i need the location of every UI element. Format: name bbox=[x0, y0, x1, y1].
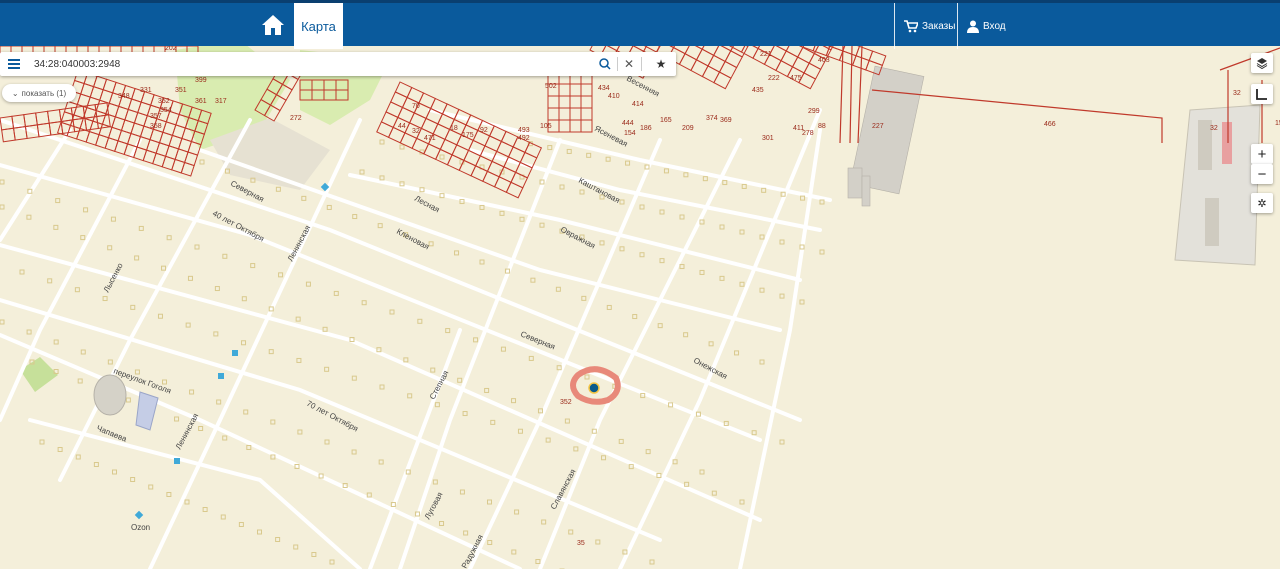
parcel-number: 351 bbox=[175, 87, 187, 94]
parcel-number: 403 bbox=[818, 57, 830, 64]
parcel-number: 466 bbox=[1044, 121, 1056, 128]
parcel-number: 357 bbox=[150, 113, 162, 120]
zoom-out-button[interactable]: − bbox=[1251, 164, 1273, 184]
parcel-number: 317 bbox=[215, 98, 227, 105]
show-results-button[interactable]: ⌄ показать (1) bbox=[2, 84, 76, 102]
cart-icon bbox=[904, 19, 918, 32]
parcel-number: 410 bbox=[608, 93, 620, 100]
parcel-number: 165 bbox=[660, 117, 672, 124]
favorite-button[interactable]: ★ bbox=[650, 52, 672, 76]
parcel-number: 175 bbox=[462, 132, 474, 139]
parcel-number: 88 bbox=[818, 123, 826, 130]
measure-button[interactable] bbox=[1251, 84, 1273, 104]
parcel-number: 105 bbox=[540, 123, 552, 130]
parcel-number: 202 bbox=[165, 45, 177, 52]
layers-icon bbox=[1256, 58, 1268, 69]
parcel-number: 414 bbox=[632, 101, 644, 108]
parcel-number: 209 bbox=[682, 125, 694, 132]
poi-ozon: Ozon bbox=[131, 523, 150, 532]
layers-button[interactable] bbox=[1251, 53, 1273, 73]
parcel-number: 227 bbox=[872, 123, 884, 130]
parcel-number: 374 bbox=[706, 115, 718, 122]
parcel-number: 186 bbox=[640, 125, 652, 132]
home-icon bbox=[262, 15, 284, 35]
parcel-number: 471 bbox=[424, 135, 436, 142]
chevron-down-icon: ⌄ bbox=[11, 88, 19, 98]
parcel-number: 222 bbox=[768, 75, 780, 82]
parcel-number: 44 bbox=[398, 123, 406, 130]
parcel-number: 299 bbox=[808, 108, 820, 115]
parcel-number: 502 bbox=[545, 83, 557, 90]
parcel-number: 358 bbox=[150, 123, 162, 130]
parcel-number: 154 bbox=[624, 130, 636, 137]
login-label: Вход bbox=[983, 20, 1006, 32]
parcel-number: 32 bbox=[1233, 90, 1241, 97]
locate-icon: ✲ bbox=[1257, 197, 1267, 210]
parcel-number: 492 bbox=[518, 135, 530, 142]
locate-button[interactable]: ✲ bbox=[1251, 193, 1273, 213]
parcel-number: 352 bbox=[158, 98, 170, 105]
parcel-number: 348 bbox=[118, 93, 130, 100]
parcel-number: 221 bbox=[760, 51, 772, 58]
location-marker bbox=[588, 382, 600, 394]
parcel-number: 70 bbox=[412, 103, 420, 110]
tab-map[interactable]: Карта bbox=[294, 3, 343, 49]
parcel-number: 354 bbox=[160, 107, 172, 114]
parcel-number: 493 bbox=[518, 127, 530, 134]
user-icon bbox=[967, 20, 979, 33]
divider bbox=[957, 3, 958, 49]
star-icon: ★ bbox=[655, 57, 667, 71]
cadastral-search-bar: ✕ ★ bbox=[0, 52, 676, 76]
parcel-number: 18 bbox=[450, 125, 458, 132]
parcel-number: 361 bbox=[195, 98, 207, 105]
parcel-number: 1599 bbox=[1275, 120, 1280, 127]
menu-button[interactable] bbox=[2, 52, 26, 76]
parcel-number: 32 bbox=[1210, 125, 1218, 132]
parcel-number: 475 bbox=[790, 75, 802, 82]
ruler-icon bbox=[1256, 89, 1267, 100]
parcel-number: 434 bbox=[598, 85, 610, 92]
login-button[interactable]: Вход bbox=[967, 3, 1006, 49]
top-navigation-bar: Карта Заказы Вход bbox=[0, 0, 1280, 49]
parcel-number: 92 bbox=[480, 127, 488, 134]
menu-icon bbox=[8, 59, 20, 69]
parcel-number: 301 bbox=[762, 135, 774, 142]
parcel-number: 435 bbox=[752, 87, 764, 94]
show-results-label: показать (1) bbox=[21, 88, 67, 98]
home-button[interactable] bbox=[258, 11, 288, 39]
parcel-number: 352 bbox=[560, 399, 572, 406]
parcel-number: 272 bbox=[290, 115, 302, 122]
search-button[interactable] bbox=[594, 52, 616, 76]
parcel-number: 444 bbox=[622, 120, 634, 127]
clear-icon: ✕ bbox=[623, 57, 635, 71]
zoom-in-button[interactable]: + bbox=[1251, 144, 1273, 164]
cadastral-map[interactable]: Северная 40 лет Октября Ленинская Лысенк… bbox=[0, 0, 1280, 569]
search-icon bbox=[599, 58, 611, 70]
orders-button[interactable]: Заказы bbox=[904, 3, 955, 49]
parcel-number: 32 bbox=[412, 128, 420, 135]
parcel-number: 399 bbox=[195, 77, 207, 84]
parcel-number: 331 bbox=[140, 87, 152, 94]
search-input[interactable] bbox=[30, 54, 598, 74]
clear-button[interactable]: ✕ bbox=[618, 52, 640, 76]
parcel-number: 35 bbox=[577, 540, 585, 547]
parcel-number: 411 bbox=[793, 125, 804, 132]
orders-label: Заказы bbox=[922, 20, 956, 32]
parcel-number: 369 bbox=[720, 117, 732, 124]
divider bbox=[894, 3, 895, 49]
